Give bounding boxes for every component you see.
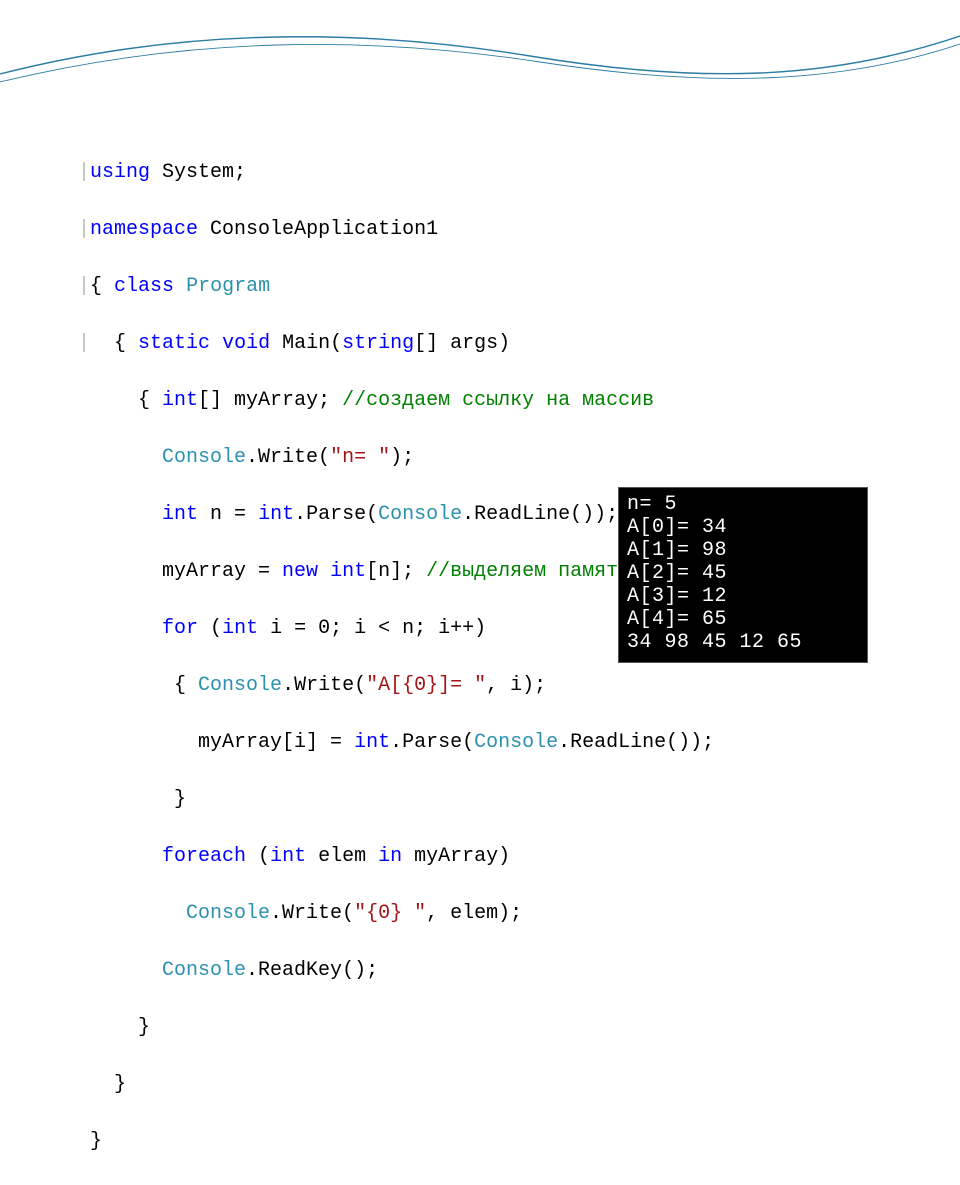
code-line: { Console.Write("A[{0}]= ", i);	[78, 672, 762, 701]
code-line: { int[] myArray; //создаем ссылку на мас…	[78, 387, 762, 416]
console-line: A[1]= 98	[627, 539, 727, 562]
console-output: n= 5 A[0]= 34 A[1]= 98 A[2]= 45 A[3]= 12…	[618, 487, 868, 663]
code-line: }	[78, 1014, 762, 1043]
code-line: }	[78, 1071, 762, 1100]
console-line: A[0]= 34	[627, 516, 727, 539]
code-line: foreach (int elem in myArray)	[78, 843, 762, 872]
console-line: A[4]= 65	[627, 608, 727, 631]
code-line: Console.Write("n= ");	[78, 444, 762, 473]
code-line: |using System;	[78, 159, 762, 188]
code-line: | { static void Main(string[] args)	[78, 330, 762, 359]
code-line: Console.Write("{0} ", elem);	[78, 900, 762, 929]
code-line: |{ class Program	[78, 273, 762, 302]
code-line: }	[78, 1128, 762, 1157]
decorative-swoosh	[0, 0, 960, 100]
code-line: myArray[i] = int.Parse(Console.ReadLine(…	[78, 729, 762, 758]
console-line: 34 98 45 12 65	[627, 631, 802, 654]
code-line: |namespace ConsoleApplication1	[78, 216, 762, 245]
console-line: n= 5	[627, 493, 677, 516]
code-line: Console.ReadKey();	[78, 957, 762, 986]
code-line: }	[78, 786, 762, 815]
console-line: A[3]= 12	[627, 585, 727, 608]
console-line: A[2]= 45	[627, 562, 727, 585]
